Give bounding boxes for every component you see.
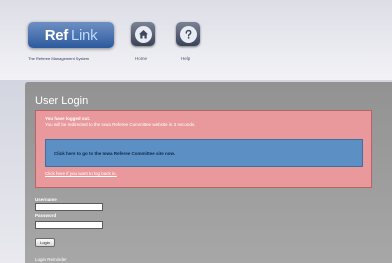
reflink-logo[interactable]: Ref Link <box>28 22 114 48</box>
app-header: Ref Link The Referee Management System Ho… <box>0 0 392 80</box>
alert-message: You have logged out. <box>45 116 91 121</box>
logo-text-ref: Ref <box>44 26 69 44</box>
login-button[interactable]: Login <box>35 238 55 247</box>
password-label: Password <box>35 213 57 218</box>
redirect-now-label: Click here to go to the Iowa Referee Com… <box>54 150 176 156</box>
username-input[interactable] <box>35 203 103 211</box>
tagline: The Referee Management System <box>28 56 90 61</box>
help-link[interactable]: Help <box>181 56 190 61</box>
page-title: User Login <box>35 95 89 107</box>
log-back-in-link[interactable]: Click here if you want to log back in. <box>45 171 117 176</box>
home-button[interactable] <box>131 22 155 46</box>
alert-redirect-notice: You will be redirected to the Iowa Refer… <box>45 122 196 127</box>
login-reminder-link[interactable]: Login Reminder <box>35 257 67 262</box>
help-button[interactable] <box>176 22 200 46</box>
help-icon <box>179 25 197 43</box>
home-icon <box>134 25 152 43</box>
password-input[interactable] <box>35 221 103 229</box>
logo-text-link: Link <box>70 26 98 44</box>
redirect-now-link[interactable]: Click here to go to the Iowa Referee Com… <box>45 139 363 167</box>
home-link[interactable]: Home <box>135 56 147 61</box>
username-label: Username <box>35 197 57 202</box>
